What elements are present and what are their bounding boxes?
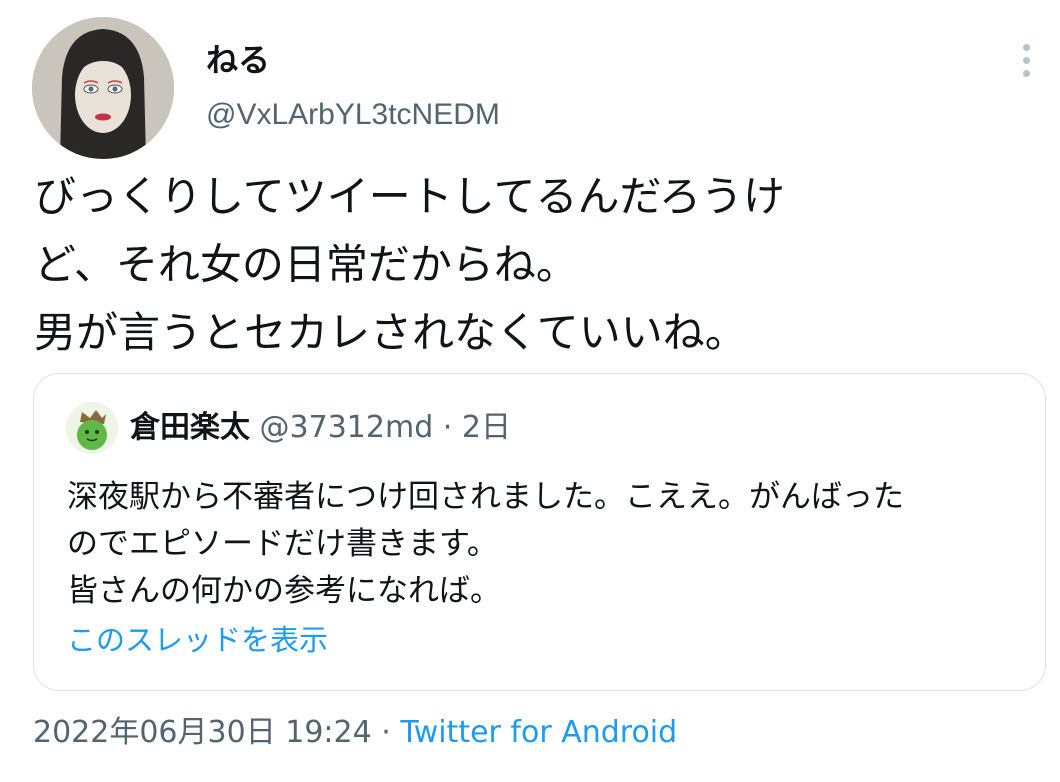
header-separator: · (442, 410, 453, 445)
tweet-line: ど、それ女の日常だからね。 (34, 240, 578, 289)
quoted-tweet-line: 皆さんの何かの参考になれば。 (67, 573, 501, 609)
tweet-line: びっくりしてツイートしてるんだろうけ (34, 172, 785, 221)
tweet-source-link[interactable]: Twitter for Android (400, 715, 677, 750)
more-vertical-icon-dot (1023, 70, 1030, 77)
green-character-icon (66, 402, 118, 454)
tweet-metadata: 2022年06月30日 19:24 · Twitter for Android (33, 711, 677, 755)
tweet-text: びっくりしてツイートしてるんだろうけ ど、それ女の日常だからね。 男が言うとセカ… (34, 163, 1034, 367)
quoted-tweet-line: 深夜駅から不審者につけ回されました。こええ。がんばった (67, 479, 904, 515)
quoted-author-handle[interactable]: @37312md (260, 410, 434, 445)
author-avatar[interactable] (32, 17, 174, 159)
metadata-separator: · (381, 715, 391, 750)
quoted-tweet-time[interactable]: 2日 (462, 410, 511, 445)
quoted-author-avatar[interactable] (66, 402, 118, 454)
author-display-name[interactable]: ねる (206, 38, 270, 82)
author-handle[interactable]: @VxLArbYL3tcNEDM (206, 95, 500, 135)
quoted-tweet-card[interactable]: 倉田楽太 @37312md · 2日 深夜駅から不審者につけ回されました。こええ… (33, 373, 1046, 691)
more-vertical-icon (1023, 44, 1030, 51)
tweet-timestamp[interactable]: 2022年06月30日 19:24 (33, 715, 372, 750)
quoted-author-name[interactable]: 倉田楽太 (130, 410, 250, 445)
more-options-button[interactable] (1006, 38, 1046, 82)
show-thread-link[interactable]: このスレッドを表示 (67, 620, 328, 660)
more-vertical-icon-dot (1023, 57, 1030, 64)
tweet-line: 男が言うとセカレされなくていいね。 (34, 308, 747, 357)
portrait-drawing-icon (32, 17, 174, 159)
quoted-tweet-header: 倉田楽太 @37312md · 2日 (130, 408, 511, 448)
quoted-tweet-line: のでエピソードだけ書きます。 (67, 526, 498, 562)
quoted-tweet-text: 深夜駅から不審者につけ回されました。こええ。がんばった のでエピソードだけ書きま… (67, 474, 1027, 615)
